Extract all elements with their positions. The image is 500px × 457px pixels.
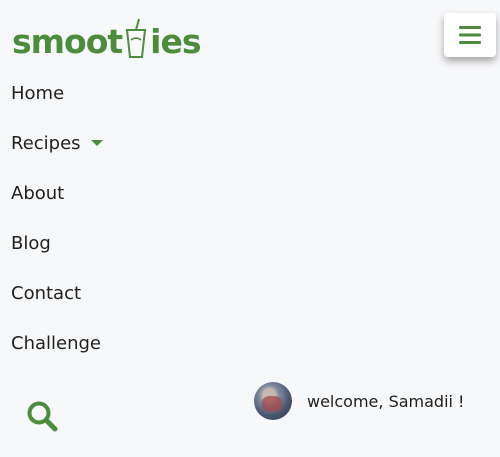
search-button[interactable] — [26, 400, 60, 434]
nav-item-recipes[interactable]: Recipes — [11, 118, 103, 168]
caret-down-icon — [90, 140, 103, 146]
user-profile[interactable]: welcome, Samadii ! — [254, 382, 464, 420]
main-nav: Home Recipes About Blog Contact Challeng… — [11, 68, 103, 368]
nav-item-label: Home — [11, 82, 65, 104]
nav-item-contact[interactable]: Contact — [11, 268, 103, 318]
hamburger-icon — [459, 26, 481, 44]
logo-text-end: ies — [150, 22, 201, 61]
smoothie-glass-icon — [126, 18, 147, 58]
nav-item-blog[interactable]: Blog — [11, 218, 103, 268]
nav-item-label: Recipes — [11, 132, 81, 154]
logo-text-start: smoot — [12, 22, 123, 61]
nav-item-about[interactable]: About — [11, 168, 103, 218]
nav-item-challenge[interactable]: Challenge — [11, 318, 103, 368]
avatar[interactable] — [254, 382, 292, 420]
nav-item-label: About — [11, 182, 65, 204]
nav-item-label: Contact — [11, 282, 82, 304]
nav-item-home[interactable]: Home — [11, 68, 103, 118]
welcome-message: welcome, Samadii ! — [307, 391, 465, 411]
search-icon — [27, 401, 58, 432]
menu-toggle-button[interactable] — [444, 13, 496, 57]
site-logo[interactable]: smoot ies — [12, 14, 202, 61]
nav-item-label: Blog — [11, 232, 51, 254]
nav-item-label: Challenge — [11, 332, 101, 354]
